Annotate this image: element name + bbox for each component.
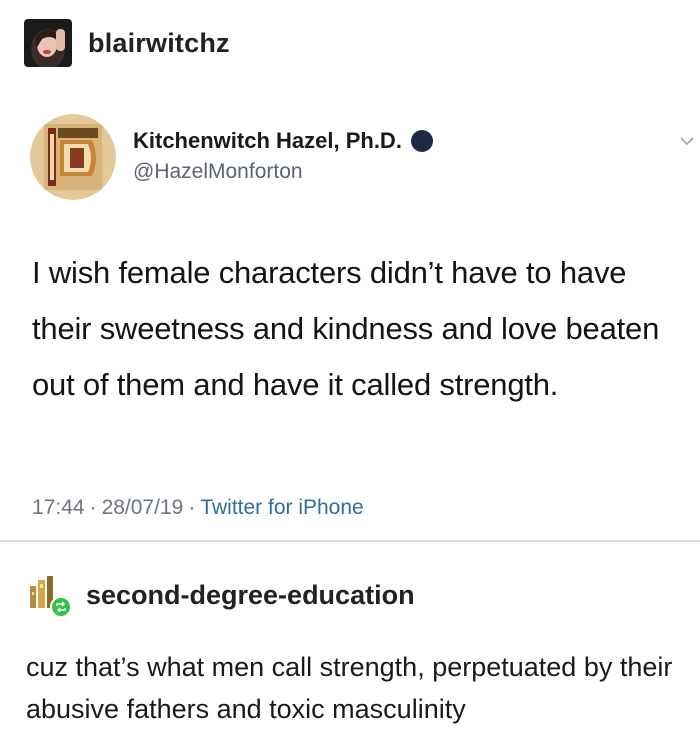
verified-dot-icon [410, 130, 433, 152]
tumblr-post: blairwitchz Kitchenwitch Hazel, Ph.D. @H… [0, 0, 700, 740]
twitter-handle[interactable]: @HazelMonforton [133, 160, 433, 184]
display-name[interactable]: Kitchenwitch Hazel, Ph.D. [133, 128, 402, 154]
embedded-tweet: Kitchenwitch Hazel, Ph.D. @HazelMonforto… [0, 100, 700, 540]
tweet-meta: 17:44 · 28/07/19 · Twitter for iPhone [32, 496, 364, 520]
reblog-arrows-icon [56, 601, 66, 613]
display-name-row: Kitchenwitch Hazel, Ph.D. [133, 128, 433, 154]
tweet-source-link[interactable]: Twitter for iPhone [200, 496, 363, 519]
reblog-avatar[interactable] [26, 572, 72, 618]
avatar-image [24, 19, 72, 67]
tweet-author: Kitchenwitch Hazel, Ph.D. @HazelMonforto… [133, 128, 433, 184]
meta-separator: · [89, 496, 97, 519]
reblog-username[interactable]: second-degree-education [86, 580, 415, 611]
post-header: blairwitchz [24, 18, 230, 68]
tweet-date: 28/07/19 [101, 496, 184, 519]
tweet-text: I wish female characters didn’t have to … [32, 255, 660, 402]
post-username[interactable]: blairwitchz [88, 28, 230, 59]
meta-separator: · [188, 496, 196, 519]
reblog-header: second-degree-education [26, 572, 415, 618]
reblog-text: cuz that’s what men call strength, perpe… [26, 652, 673, 724]
tweet-avatar[interactable] [30, 114, 116, 200]
chevron-down-icon[interactable] [680, 136, 694, 146]
reblog-icon [50, 596, 72, 618]
tweet-avatar-image [30, 114, 116, 200]
tweet-time: 17:44 [32, 496, 85, 519]
avatar[interactable] [24, 19, 72, 67]
divider [0, 540, 700, 542]
